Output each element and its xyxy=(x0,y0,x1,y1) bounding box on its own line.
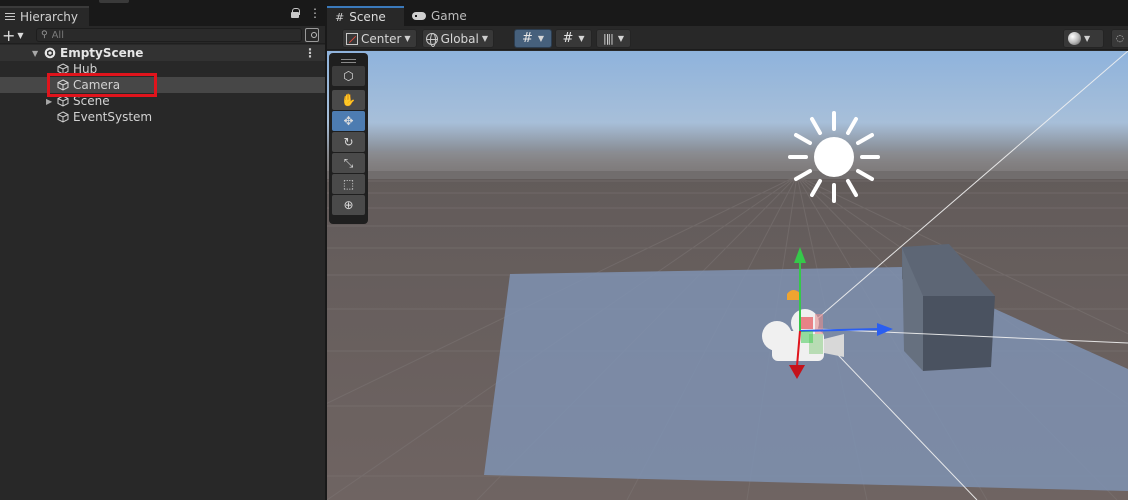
panel-menu-icon[interactable]: ⋮ xyxy=(309,7,321,19)
chevron-down-icon: ▼ xyxy=(404,34,411,43)
tab-label: Game xyxy=(431,9,467,23)
increment-snap-icon: # xyxy=(562,31,574,46)
chevron-down-icon: ▼ xyxy=(537,34,545,43)
gameobject-cube-icon xyxy=(57,111,69,123)
hierarchy-toolbar: + ▼ ⚲ xyxy=(0,25,325,45)
chevron-down-icon: ▼ xyxy=(1084,34,1091,43)
rotate-tool-button[interactable]: ↻ xyxy=(332,132,365,152)
rotate-icon: ↻ xyxy=(343,135,354,149)
unity-scene-icon xyxy=(44,47,56,59)
pivot-icon xyxy=(346,32,358,45)
shading-mode-dropdown[interactable]: ▼ xyxy=(1063,29,1104,48)
selection-highlight-box xyxy=(47,73,157,97)
list-icon xyxy=(5,13,15,21)
expand-arrow-icon[interactable]: ▶ xyxy=(46,97,52,106)
hand-icon: ✋ xyxy=(341,93,356,107)
tab-label: Scene xyxy=(349,10,386,24)
tab-game[interactable]: Game xyxy=(404,6,476,26)
chevron-down-icon: ▼ xyxy=(617,34,625,43)
palette-drag-handle[interactable] xyxy=(332,57,365,66)
scene-name: EmptyScene xyxy=(60,46,144,60)
transform-tool-button[interactable]: ⊕ xyxy=(332,195,365,215)
search-input[interactable] xyxy=(51,29,292,41)
transform-icon: ⊕ xyxy=(343,198,354,212)
view-tool-button[interactable]: ⬡ xyxy=(332,66,365,86)
pivot-space-label: Global xyxy=(440,31,479,46)
rect-tool-button[interactable]: ⬚ xyxy=(332,174,365,194)
hierarchy-item-eventsystem[interactable]: EventSystem xyxy=(0,109,325,125)
pivot-mode-label: Center xyxy=(361,31,402,46)
grid-snap-icon: # xyxy=(521,31,533,46)
chevron-down-icon: ▼ xyxy=(578,34,585,43)
overflow-icon: ◌ xyxy=(1116,33,1124,44)
chevron-down-icon: ▼ xyxy=(481,34,488,43)
gamepad-icon xyxy=(412,12,426,20)
scale-tool-button[interactable]: ⤡ xyxy=(332,153,365,173)
increment-snap-button[interactable]: # ▼ xyxy=(555,29,592,48)
hierarchy-tabbar: Hierarchy ⋮ xyxy=(0,6,325,26)
globe-icon xyxy=(426,32,438,47)
ruler-snap-button[interactable]: |‖| ▼ xyxy=(596,29,631,48)
hand-tool-button[interactable]: ✋ xyxy=(332,90,365,110)
pivot-space-dropdown[interactable]: Global ▼ xyxy=(422,29,494,48)
tool-palette: ⬡ ✋ ✥ ↻ ⤡ ⬚ ⊕ xyxy=(329,53,368,224)
scene-toolbar: Center ▼ Global ▼ # ▼ # ▼ |‖| ▼ ▼ ◌ xyxy=(327,26,1128,50)
shading-icon xyxy=(1068,32,1081,45)
grid-snap-toggle[interactable]: # ▼ xyxy=(514,29,552,48)
ruler-icon: |‖| xyxy=(602,32,614,45)
move-icon: ✥ xyxy=(343,114,354,128)
tab-scene[interactable]: # Scene xyxy=(327,6,404,26)
hierarchy-tab-label: Hierarchy xyxy=(20,10,79,24)
scene-search-icon[interactable] xyxy=(305,28,319,42)
plus-icon: + xyxy=(2,25,16,45)
expand-arrow-icon[interactable]: ▼ xyxy=(32,49,38,58)
scene-root-row[interactable]: ▼ EmptyScene ⋮ xyxy=(0,45,325,61)
search-icon: ⚲ xyxy=(41,30,48,40)
horizon-haze xyxy=(327,151,1128,179)
scene-viewport[interactable] xyxy=(327,51,1128,500)
scene-overflow-button[interactable]: ◌ xyxy=(1111,29,1128,48)
pivot-mode-dropdown[interactable]: Center ▼ xyxy=(342,29,417,48)
hierarchy-item-label: EventSystem xyxy=(73,110,153,124)
cube-front-face xyxy=(923,296,995,371)
rect-icon: ⬚ xyxy=(342,177,355,191)
tab-hierarchy[interactable]: Hierarchy xyxy=(0,6,89,26)
scene-render xyxy=(327,51,1128,500)
scene-menu-icon[interactable]: ⋮ xyxy=(304,46,316,60)
add-object-button[interactable]: + ▼ xyxy=(2,25,30,45)
scene-panel: # Scene Game Center ▼ Global ▼ # ▼ # ▼ |‖|… xyxy=(327,6,1128,500)
scene-tabbar: # Scene Game xyxy=(327,6,1128,26)
lock-icon[interactable] xyxy=(291,8,300,18)
cube-icon: ⬡ xyxy=(343,69,354,83)
hierarchy-search[interactable]: ⚲ xyxy=(36,28,302,42)
hash-icon: # xyxy=(335,10,345,24)
scale-icon: ⤡ xyxy=(343,155,354,170)
chevron-down-icon: ▼ xyxy=(17,30,24,40)
move-tool-button[interactable]: ✥ xyxy=(332,111,365,131)
